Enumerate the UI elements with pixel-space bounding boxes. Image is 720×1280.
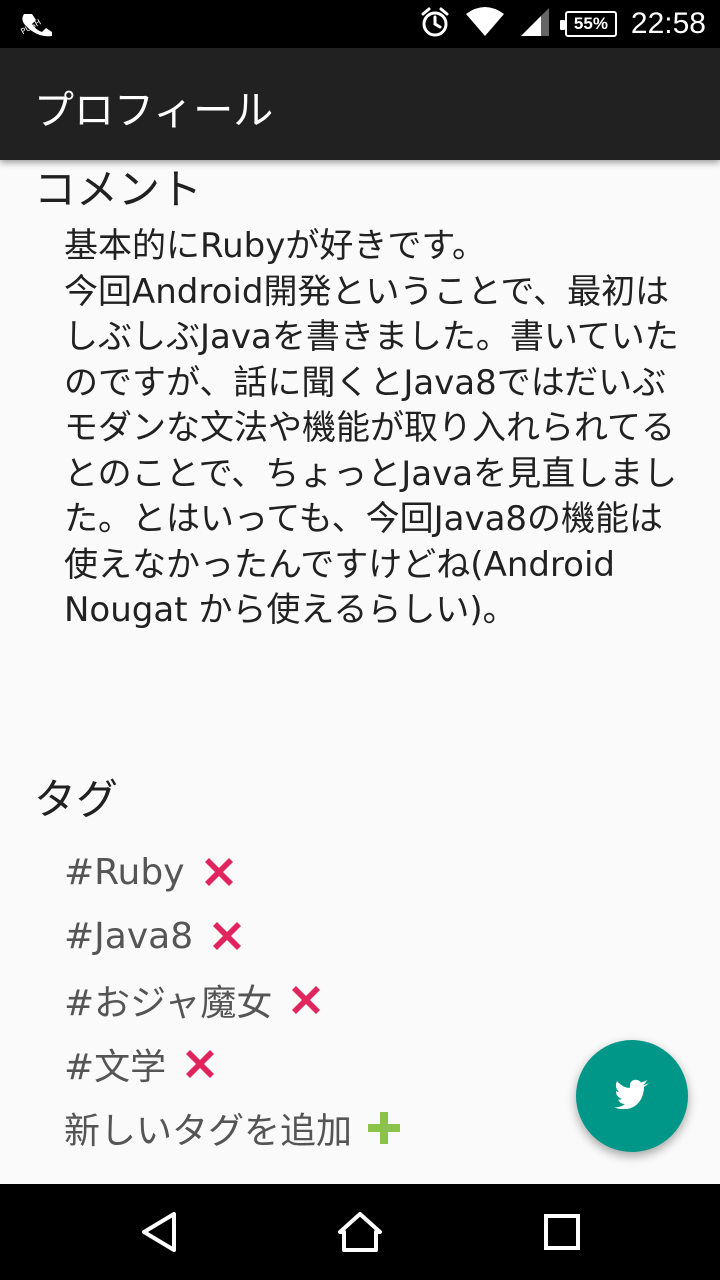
clock: 22:58 xyxy=(630,7,706,40)
remove-tag-icon[interactable] xyxy=(180,1044,220,1084)
add-tag-button[interactable]: 新しいタグを追加 xyxy=(64,1096,402,1160)
tag-item: #Ruby xyxy=(64,840,402,904)
recents-icon[interactable] xyxy=(538,1208,586,1256)
alarm-icon xyxy=(419,6,451,42)
wifi-icon xyxy=(465,6,505,42)
tag-label: #おジャ魔女 xyxy=(64,983,273,1024)
battery-icon: 55% xyxy=(559,11,617,37)
status-bar: PUSH 55% 22:58 xyxy=(0,0,720,48)
app-bar: プロフィール xyxy=(0,48,720,160)
tag-label: #文学 xyxy=(64,1047,167,1088)
tag-item: #おジャ魔女 xyxy=(64,968,402,1032)
navigation-bar xyxy=(0,1184,720,1280)
tags-heading: タグ xyxy=(34,775,119,824)
home-icon[interactable] xyxy=(336,1208,384,1256)
profile-content[interactable]: コメント 基本的にRubyが好きです。 今回Android開発ということで、最初… xyxy=(0,160,720,1184)
comment-heading: コメント xyxy=(34,165,203,214)
add-tag-label: 新しいタグを追加 xyxy=(64,1111,353,1152)
tag-item: #Java8 xyxy=(64,904,402,968)
tweet-button[interactable] xyxy=(576,1040,688,1152)
plus-icon[interactable] xyxy=(366,1110,402,1146)
back-icon[interactable] xyxy=(136,1208,184,1256)
cell-signal-icon xyxy=(519,6,551,42)
twitter-icon xyxy=(614,1079,650,1113)
comment-body: 基本的にRubyが好きです。 今回Android開発ということで、最初はしぶしぶ… xyxy=(64,226,679,630)
tag-item: #文学 xyxy=(64,1032,402,1096)
remove-tag-icon[interactable] xyxy=(199,852,239,892)
page-title: プロフィール xyxy=(34,88,274,134)
remove-tag-icon[interactable] xyxy=(207,916,247,956)
battery-percent: 55% xyxy=(573,14,608,33)
tag-list: #Ruby #Java8 #おジャ魔女 #文学 新しいタグを追加 xyxy=(64,840,402,1160)
tag-label: #Ruby xyxy=(64,851,185,893)
push-notification-icon: PUSH xyxy=(18,10,58,38)
remove-tag-icon[interactable] xyxy=(286,980,326,1020)
tag-label: #Java8 xyxy=(64,915,194,957)
